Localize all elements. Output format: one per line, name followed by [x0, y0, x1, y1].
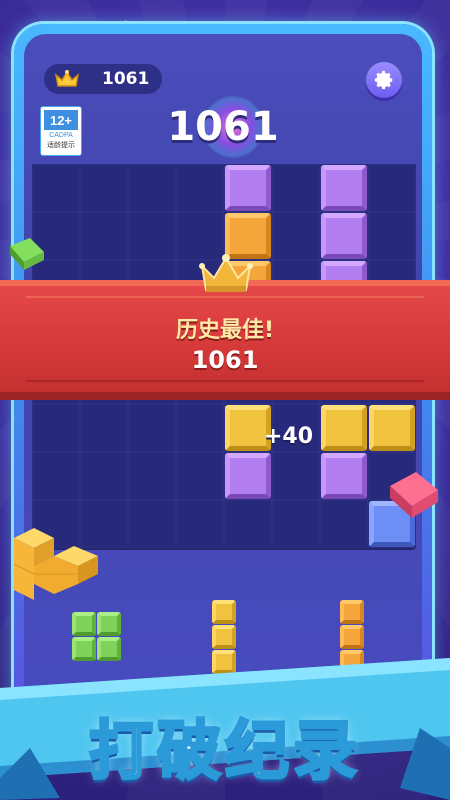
board-cell	[128, 500, 176, 548]
board-cell	[176, 404, 224, 452]
board-cell	[80, 404, 128, 452]
board-cell	[176, 500, 224, 548]
board-cell	[368, 164, 416, 212]
board-cell	[128, 404, 176, 452]
board-cell	[80, 212, 128, 260]
gear-icon	[374, 70, 393, 90]
board-cell	[272, 452, 320, 500]
board-cell	[368, 212, 416, 260]
board-cell	[272, 500, 320, 548]
crown-icon	[199, 254, 253, 292]
board-cell	[128, 452, 176, 500]
board-cell	[272, 164, 320, 212]
board-cell	[128, 212, 176, 260]
board-block-purple	[225, 453, 271, 499]
board-cell	[272, 212, 320, 260]
new-record-banner: 历史最佳! 1061	[0, 280, 450, 400]
board-block-purple	[321, 453, 367, 499]
board-cell	[176, 452, 224, 500]
board-block-yellow	[321, 405, 367, 451]
new-record-score: 1061	[191, 346, 259, 374]
best-score-value: 1061	[102, 69, 150, 89]
best-score-pill: 1061	[44, 64, 162, 94]
board-cell	[224, 500, 272, 548]
board-block-purple	[321, 165, 367, 211]
crown-icon	[54, 69, 80, 89]
current-score: 1061	[167, 104, 279, 150]
board-cell	[128, 164, 176, 212]
board-block-yellow	[369, 405, 415, 451]
board-cell	[320, 500, 368, 548]
floating-piece-yellow	[13, 528, 98, 600]
board-cell	[80, 452, 128, 500]
board-block-purple	[225, 165, 271, 211]
board-cell	[80, 164, 128, 212]
floating-cube-green	[10, 238, 44, 270]
combo-points: +40	[264, 424, 314, 449]
new-record-title: 历史最佳!	[175, 318, 275, 343]
board-block-purple	[321, 213, 367, 259]
board-cell	[32, 404, 80, 452]
board-cell	[32, 452, 80, 500]
floating-cube-pink	[390, 472, 438, 518]
settings-button[interactable]	[366, 62, 402, 98]
board-cell	[32, 164, 80, 212]
board-cell	[176, 164, 224, 212]
promo-caption: 打破纪录	[88, 714, 361, 791]
